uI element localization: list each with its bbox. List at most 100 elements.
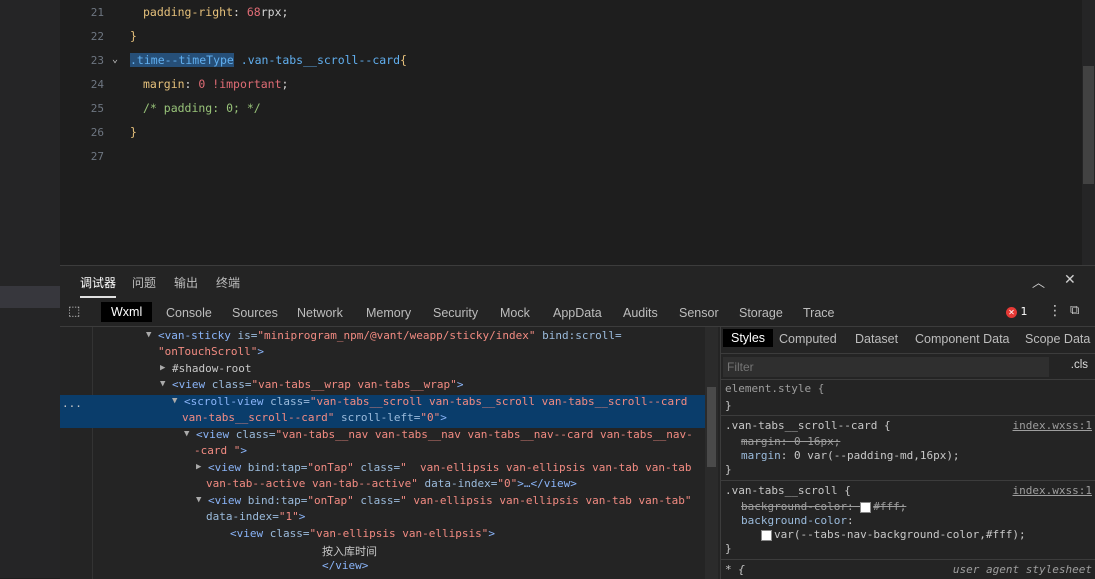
tab-computed[interactable]: Computed (779, 332, 837, 346)
tab-appdata[interactable]: AppData (553, 306, 602, 320)
tree-token: "onTouchScroll" (158, 345, 258, 358)
active-declaration[interactable]: margin: 0 var(--padding-md,16px); (741, 449, 960, 462)
tab-component-data[interactable]: Component Data (915, 332, 1010, 346)
ua-rule-selector[interactable]: * { (725, 563, 745, 576)
tab-trace[interactable]: Trace (803, 306, 835, 320)
tree-node-line[interactable]: #shadow-root (172, 362, 251, 375)
tree-node-line[interactable]: -card "> (194, 444, 247, 457)
tab-storage[interactable]: Storage (739, 306, 783, 320)
tree-node-line[interactable]: van-tab--active van-tab--active" data-in… (206, 477, 577, 490)
code-token: !important (212, 77, 282, 91)
code-line[interactable]: /* padding: 0; */ (143, 101, 261, 115)
tree-node-line[interactable]: <view bind:tap="onTap" class=" van-ellip… (208, 494, 691, 507)
rule-selector[interactable]: .van-tabs__scroll { (725, 484, 851, 497)
color-swatch[interactable] (860, 501, 872, 513)
fold-chevron-icon[interactable]: ⌄ (112, 54, 118, 65)
code-line[interactable]: margin: 0 !important; (143, 77, 288, 91)
rule-source-link[interactable]: index.wxss:1 (1013, 419, 1092, 432)
rule-source-link[interactable]: index.wxss:1 (1013, 484, 1092, 497)
tab-console[interactable]: Console (166, 306, 212, 320)
overridden-declaration[interactable]: margin: 0 16px; (741, 435, 840, 448)
expand-arrow-icon[interactable]: ▼ (196, 495, 201, 505)
line-number: 25 (90, 102, 104, 115)
var-value[interactable]: var(--tabs-nav-background-color,#fff); (761, 528, 1026, 541)
tree-token: >…</view> (517, 477, 577, 490)
tab-scope-data[interactable]: Scope Data (1025, 332, 1090, 346)
wxml-tree[interactable]: ... ▼ <van-sticky is="miniprogram_npm/@va… (60, 327, 718, 579)
tree-token: <view (208, 494, 248, 507)
tab-styles[interactable]: Styles (723, 329, 774, 347)
tree-token: is= (237, 329, 258, 342)
more-options-icon[interactable]: ⋮ (1048, 303, 1062, 319)
expand-arrow-icon[interactable]: ▼ (172, 396, 177, 406)
selected-sidebar-item[interactable] (0, 286, 60, 308)
expand-arrow-icon[interactable]: ▼ (184, 429, 189, 439)
close-icon[interactable]: ✕ (1064, 272, 1076, 288)
tab-dataset[interactable]: Dataset (855, 332, 898, 346)
tab-terminal[interactable]: 终端 (216, 274, 240, 291)
tab-issues[interactable]: 问题 (132, 274, 156, 291)
tree-node-line[interactable]: <view class="van-tabs__wrap van-tabs__wr… (172, 378, 463, 391)
node-ellipsis[interactable]: ... (62, 397, 82, 410)
code-line[interactable]: } (130, 29, 137, 43)
code-line[interactable]: } (130, 125, 137, 139)
expand-arrow-icon[interactable]: ▼ (160, 379, 165, 389)
collapse-arrow-icon[interactable]: ▶ (160, 363, 165, 373)
cls-toggle[interactable]: .cls (1071, 359, 1088, 371)
tab-mock[interactable]: Mock (500, 306, 530, 320)
tree-token: <scroll-view (184, 395, 271, 408)
tree-token: bind:tap= (247, 461, 308, 474)
tree-node-line[interactable]: data-index="1"> (206, 510, 305, 523)
styles-pane: Styles Computed Dataset Component Data S… (720, 327, 1095, 579)
tab-audits[interactable]: Audits (623, 306, 658, 320)
code-line[interactable]: .time--timeType .van-tabs__scroll--card{ (130, 53, 407, 67)
editor-scrollbar-thumb[interactable] (1083, 66, 1094, 184)
tree-node-line[interactable]: 按入库时间 (322, 543, 377, 559)
dock-side-icon[interactable]: ⧉ (1070, 303, 1079, 318)
active-declaration[interactable]: background-color: (741, 514, 854, 527)
collapse-arrow-icon[interactable]: ▶ (196, 462, 201, 472)
tree-node-line[interactable]: van-tabs__scroll--card" scroll-left="0"> (182, 411, 447, 424)
tab-security[interactable]: Security (433, 306, 478, 320)
property-name: margin (741, 449, 781, 462)
tree-node-line[interactable]: </view> (322, 559, 368, 572)
error-indicator[interactable]: ✕ 1 (1006, 305, 1028, 318)
tree-token: bind:tap= (247, 494, 308, 507)
color-swatch[interactable] (761, 529, 772, 541)
line-number: 22 (90, 30, 104, 43)
tree-scrollbar-thumb[interactable] (707, 387, 716, 467)
tab-wxml[interactable]: Wxml (101, 302, 153, 322)
code-token: padding-right (143, 5, 234, 19)
filter-input[interactable] (723, 357, 1049, 377)
tree-node-line[interactable]: <van-sticky is="miniprogram_npm/@vant/we… (158, 329, 622, 342)
tree-token: > (257, 345, 264, 358)
element-style-selector[interactable]: element.style { (725, 382, 824, 395)
code-token: } (130, 29, 137, 43)
tab-sources[interactable]: Sources (232, 306, 278, 320)
code-line[interactable]: padding-right: 68rpx; (143, 5, 288, 19)
inspect-element-icon[interactable]: ⬚ (68, 304, 80, 319)
tab-debugger[interactable]: 调试器 (80, 274, 117, 298)
close-brace: } (725, 463, 732, 476)
tree-node-line[interactable]: <scroll-view class="van-tabs__scroll van… (184, 395, 687, 408)
tree-token: "0" (420, 411, 441, 424)
tree-node-line[interactable]: <view bind:tap="onTap" class=" van-ellip… (208, 461, 691, 474)
panel-tab-bar: ⬚ Wxml Console Sources Network Memory Se… (60, 300, 1095, 327)
tree-token: class= (353, 461, 401, 474)
tree-token: > (240, 444, 247, 457)
tab-sensor[interactable]: Sensor (679, 306, 719, 320)
tree-node-line[interactable]: "onTouchScroll"> (158, 345, 264, 358)
tab-network[interactable]: Network (297, 306, 343, 320)
tab-memory[interactable]: Memory (366, 306, 411, 320)
expand-arrow-icon[interactable]: ▼ (146, 330, 151, 340)
code-editor[interactable]: 21 padding-right: 68rpx; 22} 23 ⌄ .time--time… (60, 0, 1095, 265)
code-token: : (233, 5, 247, 19)
tab-output[interactable]: 输出 (174, 274, 198, 291)
tree-token: "onTap" (307, 494, 354, 507)
tree-node-line[interactable]: <view class="van-ellipsis van-ellipsis"> (230, 527, 495, 540)
rule-selector[interactable]: .van-tabs__scroll--card { (725, 419, 891, 432)
code-token: .time--timeType (130, 53, 234, 67)
tree-node-line[interactable]: <view class="van-tabs__nav van-tabs__nav… (196, 428, 693, 441)
overridden-declaration[interactable]: background-color: #fff; (741, 500, 906, 513)
chevron-up-icon[interactable]: ︿ (1032, 272, 1045, 291)
